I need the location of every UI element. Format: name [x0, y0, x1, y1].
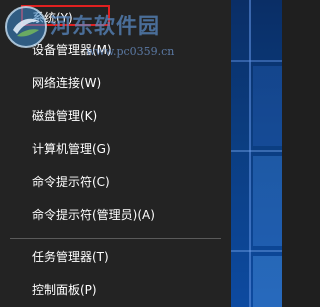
- wallpaper-pane: [253, 156, 282, 246]
- wallpaper-beam: [231, 60, 282, 62]
- menu-item-task-manager[interactable]: 任务管理器(T): [32, 249, 109, 265]
- watermark-title: 河东软件园: [50, 13, 160, 38]
- wallpaper-beam: [249, 0, 251, 307]
- watermark-url: www.pc0359.cn: [86, 45, 175, 58]
- desktop-wallpaper: [231, 0, 282, 307]
- menu-separator: [10, 238, 221, 239]
- menu-item-command-prompt-admin[interactable]: 命令提示符(管理员)(A): [32, 207, 155, 223]
- screen: 系统(Y) 设备管理器(M) 网络连接(W) 磁盘管理(K) 计算机管理(G) …: [0, 0, 282, 307]
- wallpaper-beam: [231, 250, 282, 252]
- menu-item-disk-management[interactable]: 磁盘管理(K): [32, 108, 97, 124]
- wallpaper-beam: [231, 150, 282, 152]
- watermark-logo-icon: [5, 6, 47, 48]
- menu-item-control-panel[interactable]: 控制面板(P): [32, 282, 97, 298]
- menu-item-computer-management[interactable]: 计算机管理(G): [32, 141, 111, 157]
- menu-item-network-connections[interactable]: 网络连接(W): [32, 75, 101, 91]
- wallpaper-pane: [253, 66, 282, 146]
- wallpaper-pane: [253, 256, 282, 307]
- menu-item-command-prompt[interactable]: 命令提示符(C): [32, 174, 110, 190]
